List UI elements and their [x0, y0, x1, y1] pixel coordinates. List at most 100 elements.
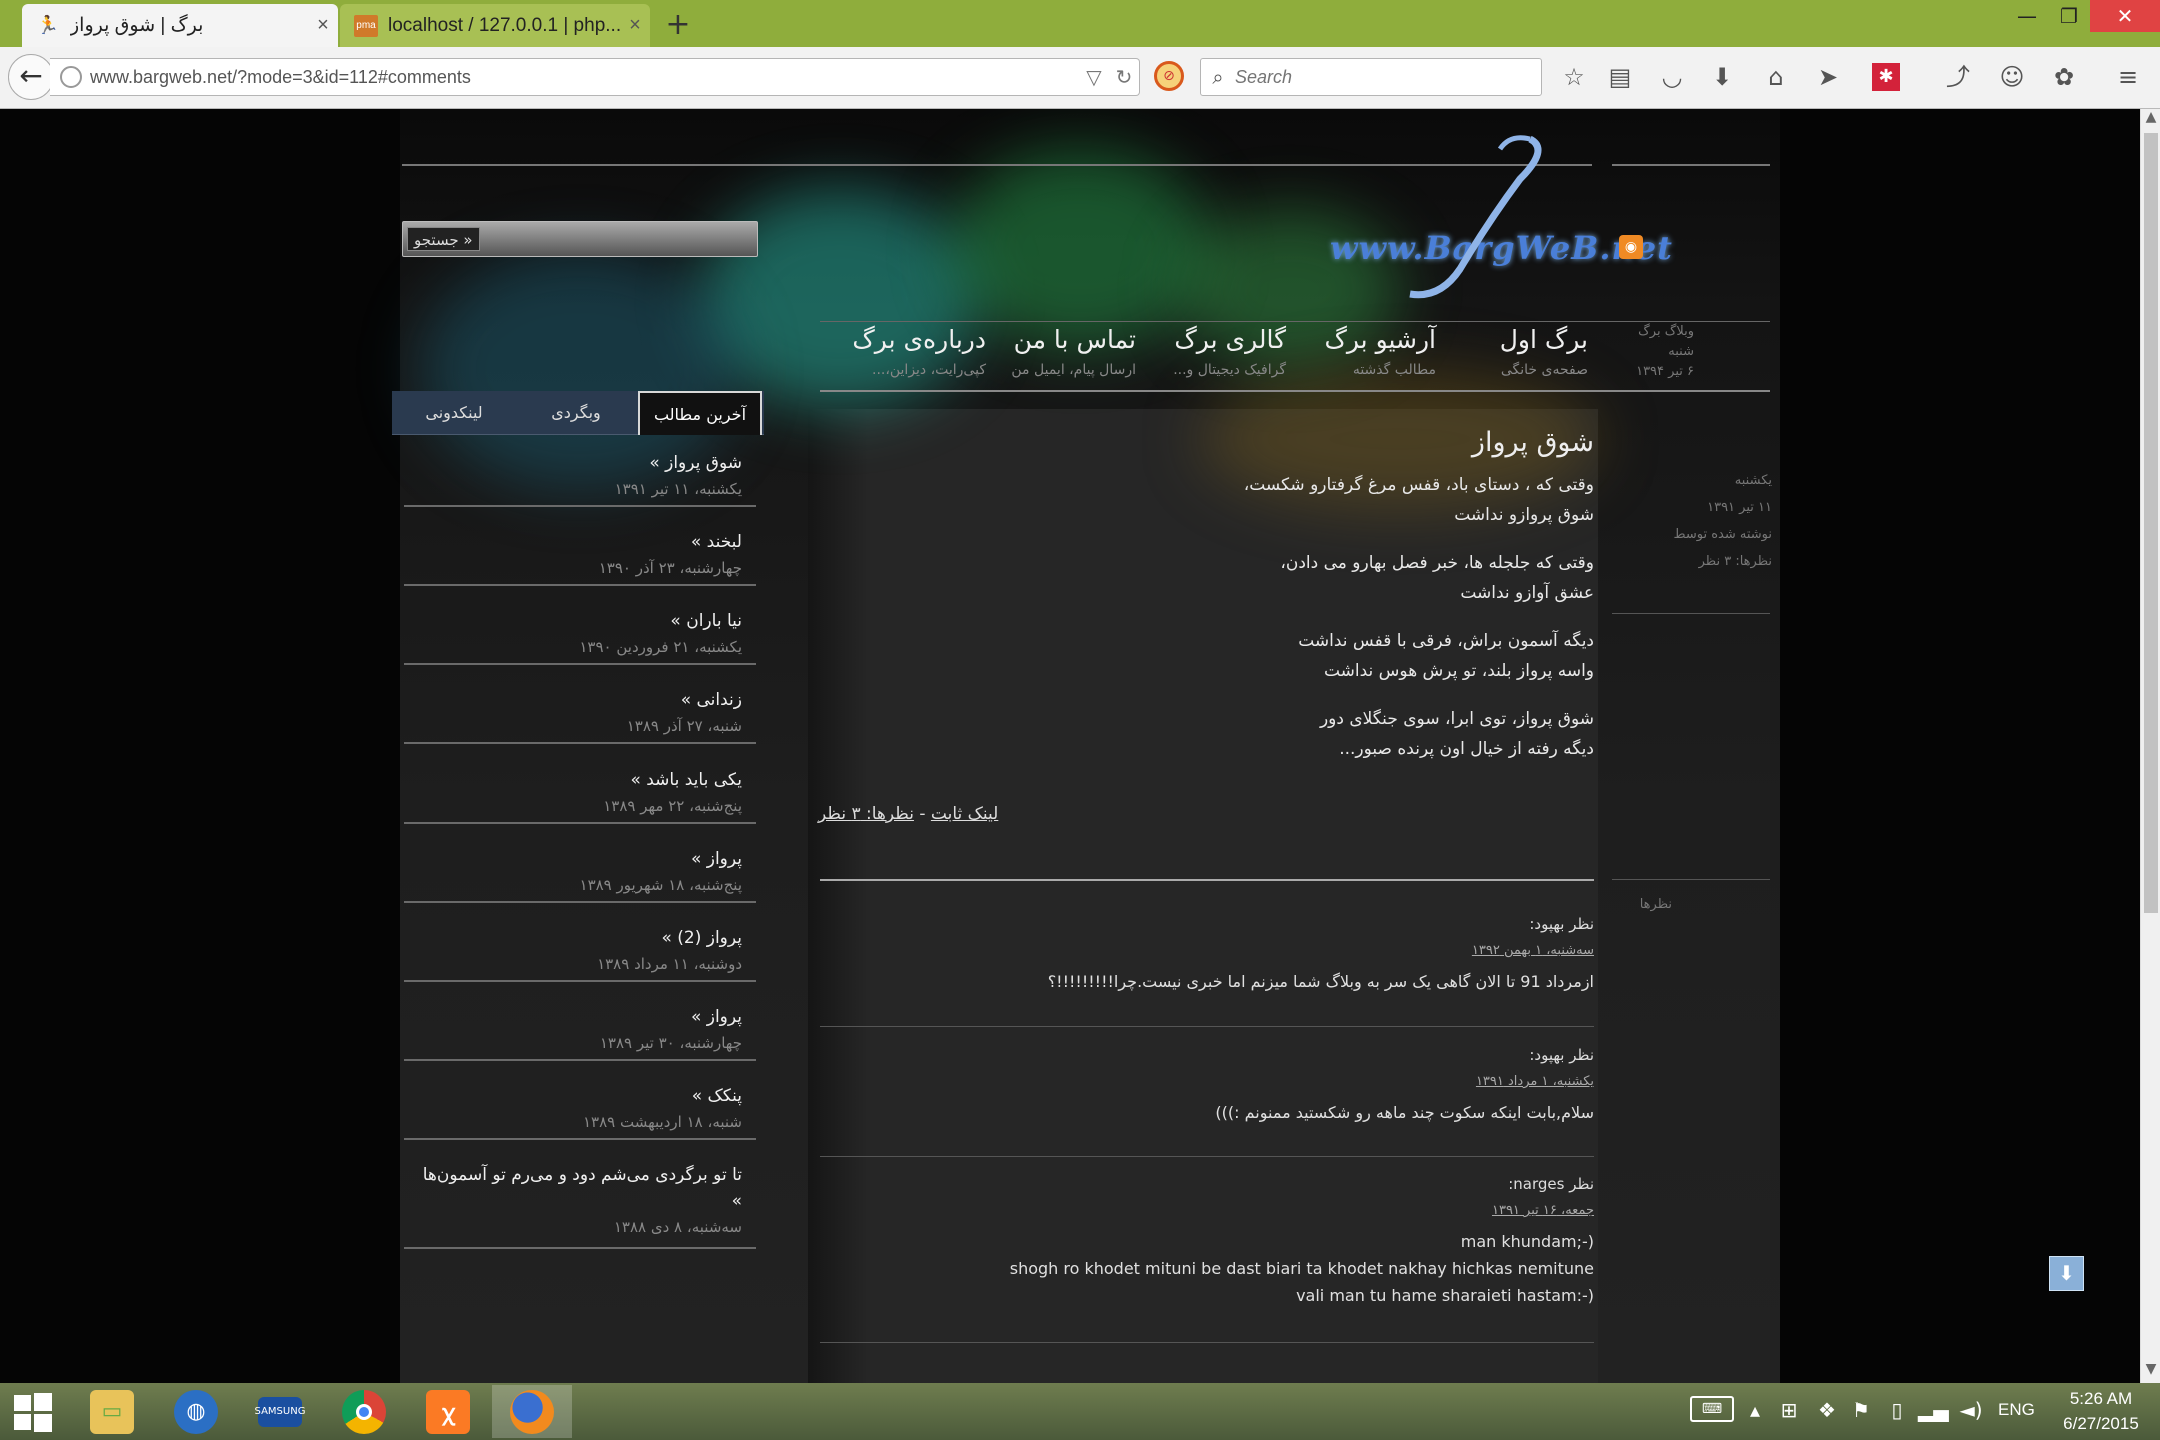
sidebar-post-item[interactable]: تا تو برگردی می‌شم دود و می‌رم تو آسمون‌…	[404, 1162, 756, 1249]
action-center-icon[interactable]: ⚑	[1846, 1398, 1876, 1422]
minimize-button[interactable]: —	[2004, 0, 2050, 32]
tab-active[interactable]: 🏃 برگ | شوق پرواز ×	[22, 4, 338, 47]
comment-date[interactable]: جمعه، ۱۶ تیر ۱۳۹۱	[818, 1203, 1594, 1218]
taskbar-internet-explorer[interactable]: ◍	[156, 1385, 236, 1438]
address-bar[interactable]: www.bargweb.net/?mode=3&id=112#comments …	[50, 58, 1140, 96]
tab-phpmyadmin[interactable]: pma localhost / 127.0.0.1 | php... ×	[340, 4, 650, 47]
nav-item-about[interactable]: درباره‌ی برگ کپی‌رایت، دیزاین،...	[850, 325, 986, 378]
rss-feed-icon[interactable]: ◉	[1619, 235, 1643, 259]
extension-red-icon[interactable]: ✱	[1872, 63, 1900, 91]
meta-weekday: شنبه	[1668, 344, 1694, 359]
sidebar-post-item[interactable]: پرواز » چهارشنبه، ۳۰ تیر ۱۳۸۹	[404, 1004, 756, 1061]
nav-item-gallery[interactable]: گالری برگ گرافیک دیجیتال و...	[1150, 325, 1286, 378]
site-search-box[interactable]: جستجو »	[402, 221, 758, 257]
signal-icon[interactable]: ▂▄	[1918, 1398, 1949, 1422]
sidebar-post-item[interactable]: پنکک » شنبه، ۱۸ اردیبهشت ۱۳۸۹	[404, 1083, 756, 1140]
tab-web-surfing[interactable]: وبگردی	[516, 391, 636, 435]
sidebar-post-item[interactable]: شوق پرواز » یکشنبه، ۱۱ تیر ۱۳۹۱	[404, 450, 756, 507]
windows-flag-icon[interactable]: ⊞	[1774, 1398, 1804, 1422]
firefox-icon	[510, 1389, 554, 1434]
page-scrollbar[interactable]: ▲ ▼	[2140, 109, 2160, 1383]
taskbar-chrome[interactable]	[324, 1385, 404, 1438]
clock-date: 6/27/2015	[2063, 1414, 2139, 1433]
sidebar-post-title: زندانی »	[680, 690, 742, 710]
search-input[interactable]	[1235, 66, 1515, 88]
download-icon[interactable]: ⬇	[1706, 61, 1738, 93]
keyboard-icon[interactable]: ⌨	[1690, 1396, 1734, 1422]
network-share-icon[interactable]: ❖	[1812, 1398, 1842, 1422]
url-text[interactable]: www.bargweb.net/?mode=3&id=112#comments	[90, 67, 1079, 88]
back-button[interactable]: ←	[8, 54, 54, 100]
adblock-icon[interactable]: ⊘	[1154, 61, 1184, 91]
samsung-icon: SAMSUNG	[255, 1396, 305, 1427]
comment-divider	[820, 1342, 1594, 1343]
share-icon[interactable]: ⤴	[1942, 61, 1974, 93]
phpmyadmin-favicon-icon: pma	[354, 14, 378, 37]
taskbar-firefox[interactable]	[492, 1385, 572, 1438]
close-window-button[interactable]: ✕	[2090, 0, 2160, 32]
scrollbar-thumb[interactable]	[2144, 133, 2158, 913]
post-line: وقتی که جلجله ها، خبر فصل بهارو می دادن،	[1280, 553, 1594, 573]
taskbar-samsung[interactable]: SAMSUNG	[240, 1385, 320, 1438]
sidebar-post-title: پرواز »	[690, 849, 742, 869]
search-bar[interactable]: ⌕	[1200, 58, 1542, 96]
nav-title: آرشیو برگ	[1324, 325, 1437, 354]
sidebar-post-item[interactable]: نیا باران » یکشنبه، ۲۱ فروردین ۱۳۹۰	[404, 608, 756, 665]
post-body: وقتی که ، دستای باد، قفس مرغ گرفتارو شکس…	[1000, 470, 1594, 782]
comment-date[interactable]: سه‌شنبه، ۱ بهمن ۱۳۹۲	[818, 943, 1594, 958]
tab-close-icon[interactable]: ×	[620, 14, 650, 37]
pocket-icon[interactable]: ◡	[1656, 61, 1688, 93]
comments-link[interactable]: نظرها: ۳ نظر	[818, 804, 914, 824]
sidebar-post-title: یکی باید باشد »	[630, 770, 742, 790]
dropdown-icon[interactable]: ▽	[1079, 65, 1109, 89]
nav-item-contact[interactable]: تماس با من ارسال پیام، ایمیل من	[990, 325, 1136, 378]
bookmark-star-icon[interactable]: ☆	[1558, 61, 1590, 93]
menu-icon[interactable]: ≡	[2112, 61, 2144, 93]
reload-icon[interactable]: ↻	[1109, 65, 1139, 89]
input-language[interactable]: ENG	[1998, 1400, 2035, 1420]
sidebar-post-item[interactable]: زندانی » شنبه، ۲۷ آذر ۱۳۸۹	[404, 687, 756, 744]
nav-bottom-line	[820, 390, 1770, 392]
nav-item-home[interactable]: برگ اول صفحه‌ی خانگی	[1470, 325, 1588, 378]
system-clock[interactable]: 5:26 AM 6/27/2015	[2046, 1386, 2156, 1436]
taskbar-file-explorer[interactable]: ▭	[72, 1385, 152, 1438]
post-line: وقتی که ، دستای باد، قفس مرغ گرفتارو شکس…	[1243, 475, 1594, 495]
sidebar-post-item[interactable]: یکی باید باشد » پنج‌شنبه، ۲۲ مهر ۱۳۸۹	[404, 767, 756, 824]
sidebar-post-item[interactable]: پرواز » پنج‌شنبه، ۱۸ شهریور ۱۳۸۹	[404, 846, 756, 903]
show-hidden-icons-icon[interactable]: ▴	[1740, 1398, 1770, 1422]
tab-close-icon[interactable]: ×	[308, 14, 338, 37]
site-search-button[interactable]: جستجو »	[407, 227, 480, 251]
tab-latest-posts[interactable]: آخرین مطالب	[638, 391, 762, 435]
battery-icon[interactable]: ▯	[1882, 1398, 1912, 1422]
post-line: دیگه رفته از خیال اون پرنده صبور...	[1339, 739, 1594, 759]
home-icon[interactable]: ⌂	[1760, 61, 1792, 93]
logo-swirl-icon	[1409, 135, 1542, 299]
start-button[interactable]	[0, 1385, 66, 1438]
scroll-up-icon[interactable]: ▲	[2141, 109, 2160, 131]
comment-line: shogh ro khodet mituni be dast biari ta …	[1009, 1259, 1594, 1278]
sidebar-post-item[interactable]: لبخند » چهارشنبه، ۲۳ آذر ۱۳۹۰	[404, 529, 756, 586]
permalink-link[interactable]: لینک ثابت	[931, 804, 998, 824]
post-date: ۱۱ تیر ۱۳۹۱	[1707, 500, 1772, 515]
reading-list-icon[interactable]: ▤	[1604, 61, 1636, 93]
sidebar-post-item[interactable]: پرواز (2) » دوشنبه، ۱۱ مرداد ۱۳۸۹	[404, 925, 756, 982]
send-icon[interactable]: ➤	[1812, 61, 1844, 93]
nav-item-archive[interactable]: آرشیو برگ مطالب گذشته	[1310, 325, 1437, 378]
addon-icon[interactable]: ✿	[2048, 61, 2080, 93]
post-links: لینک ثابت - نظرها: ۳ نظر	[818, 804, 1318, 824]
volume-icon[interactable]: ◄)	[1956, 1398, 1986, 1422]
scroll-down-icon[interactable]: ▼	[2141, 1361, 2160, 1383]
scroll-to-top-button[interactable]: ⬇	[2049, 1256, 2084, 1291]
comment-date[interactable]: یکشنبه، ۱ مرداد ۱۳۹۱	[818, 1074, 1594, 1089]
browser-titlebar: 🏃 برگ | شوق پرواز × pma localhost / 127.…	[0, 0, 2160, 47]
sidebar-post-title: لبخند »	[690, 532, 742, 552]
sidebar-post-date: یکشنبه، ۱۱ تیر ۱۳۹۱	[614, 480, 742, 498]
new-tab-button[interactable]: +	[658, 6, 698, 44]
tab-links[interactable]: لینکدونی	[392, 391, 516, 435]
nav-subtitle: مطالب گذشته	[1352, 362, 1436, 378]
chat-icon[interactable]: ☺	[1996, 61, 2028, 93]
comments-divider	[1612, 879, 1770, 880]
taskbar-xampp[interactable]: ꭓ	[408, 1385, 488, 1438]
tab-label: برگ | شوق پرواز	[70, 15, 204, 36]
restore-button[interactable]: ❐	[2046, 0, 2092, 32]
